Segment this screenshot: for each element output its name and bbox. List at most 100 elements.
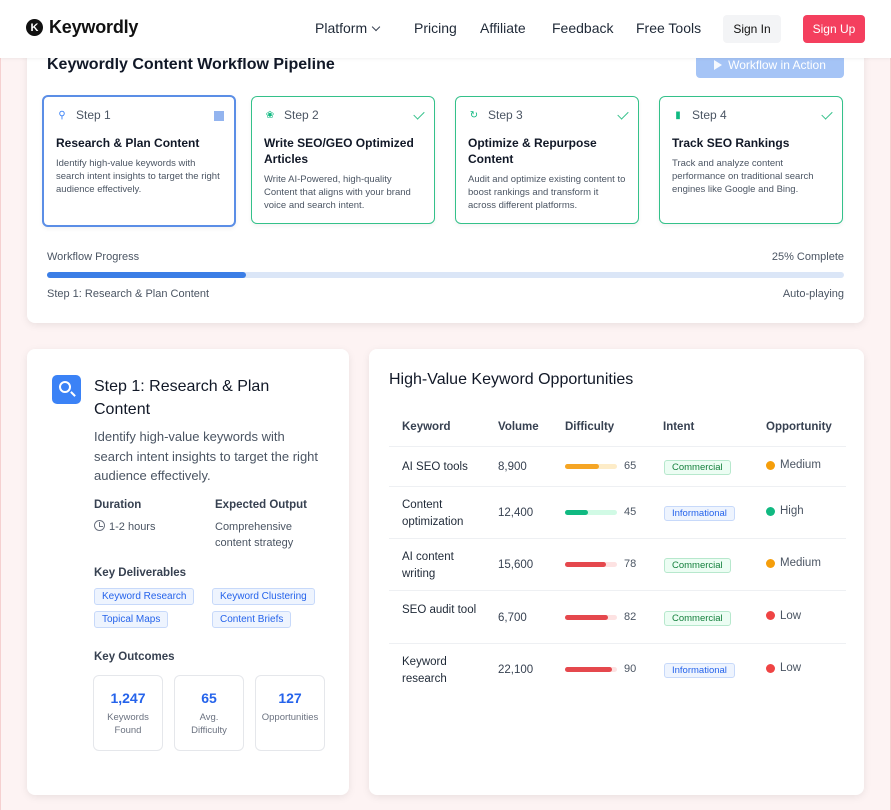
table-row[interactable]: AI SEO tools 8,900 65 Commercial Medium [389, 446, 846, 486]
keyword-cell: SEO audit tool [402, 603, 477, 616]
step-description: Identify high-value keywords with search… [56, 158, 220, 195]
deliverable-tag: Keyword Research [94, 588, 195, 605]
difficulty-bar [565, 667, 617, 672]
step-description: Audit and optimize existing content to b… [468, 174, 626, 211]
intent-badge: Commercial [664, 460, 731, 475]
outcome-avg-difficulty: 65 Avg. Difficulty [174, 675, 244, 751]
step-card-4[interactable]: ▮ Step 4 Track SEO Rankings Track and an… [659, 96, 843, 224]
duration-label: Duration [94, 499, 142, 511]
opportunity-cell: Medium [766, 459, 821, 471]
status-dot-icon [766, 558, 775, 568]
step-label: Step 4 [692, 108, 727, 122]
step-label: Step 1 [76, 108, 111, 122]
col-header-difficulty: Difficulty [565, 421, 615, 433]
status-dot-icon [766, 460, 775, 470]
step-card-2[interactable]: ❀ Step 2 Write SEO/GEO Optimized Article… [251, 96, 435, 224]
volume-cell: 15,600 [498, 559, 534, 571]
difficulty-bar-fill [565, 464, 599, 469]
status-dot-icon [766, 611, 775, 620]
difficulty-bar [565, 562, 617, 567]
step-card-1[interactable]: ⚲ Step 1 Research & Plan Content Identif… [42, 95, 236, 227]
brand-name: Keywordly [49, 17, 139, 37]
workflow-progress-label: Workflow Progress [47, 251, 140, 263]
step-title: Track SEO Rankings [672, 136, 790, 150]
step-title: Optimize & Repurpose Content [468, 136, 597, 166]
keyword-cell: AI SEO tools [402, 461, 468, 473]
workflow-progress-fill [47, 272, 247, 278]
nav-platform-label: Platform [315, 20, 368, 36]
nav-affiliate[interactable]: Affiliate [480, 20, 526, 36]
nav-free-tools[interactable]: Free Tools [636, 20, 701, 36]
leaf-icon: ❀ [265, 109, 275, 121]
opportunity-cell: High [766, 505, 804, 517]
step-detail-card: Step 1: Research & Plan Content Identify… [27, 349, 349, 795]
volume-cell: 12,400 [498, 507, 534, 519]
intent-badge: Informational [664, 663, 735, 678]
step-description: Write AI-Powered, high-quality Content t… [264, 174, 411, 211]
table-row[interactable]: Content optimization 12,400 45 Informationa… [389, 486, 846, 538]
workflow-progress-bar [47, 272, 844, 278]
difficulty-value: 65 [624, 460, 637, 472]
volume-cell: 8,900 [498, 461, 527, 473]
status-dot-icon [766, 663, 775, 673]
opportunity-label: Medium [780, 459, 821, 471]
volume-cell: 22,100 [498, 664, 534, 676]
step-title: Write SEO/GEO Optimized Articles [264, 136, 414, 166]
difficulty-value: 45 [624, 506, 637, 518]
opportunity-label: Medium [780, 557, 821, 569]
difficulty-bar-fill [565, 667, 612, 672]
search-icon [52, 375, 81, 404]
keyword-cell: Keyword research [402, 656, 447, 685]
workflow-pipeline-card: Keywordly Content Workflow Pipeline Work… [27, 40, 864, 323]
difficulty-bar-fill [565, 510, 589, 515]
difficulty-bar [565, 614, 617, 620]
duration-value: 1-2 hours [94, 519, 155, 535]
difficulty-bar-fill [565, 562, 606, 567]
step-card-3[interactable]: ↻ Step 3 Optimize & Repurpose Content Au… [455, 96, 639, 224]
keyword-cell: AI content writing [402, 551, 454, 580]
active-indicator-icon [214, 111, 224, 121]
pipeline-title: Keywordly Content Workflow Pipeline [47, 56, 335, 73]
search-icon: ⚲ [58, 109, 66, 121]
deliverable-tag: Keyword Clustering [212, 588, 315, 605]
nav-platform-dropdown[interactable]: Platform [315, 20, 381, 36]
intent-badge: Commercial [664, 558, 731, 573]
nav-pricing[interactable]: Pricing [414, 20, 457, 36]
chevron-down-icon [371, 22, 381, 31]
table-row[interactable]: SEO audit tool 6,700 82 Commercial Low [389, 590, 846, 643]
difficulty-value: 78 [624, 558, 637, 570]
volume-cell: 6,700 [498, 611, 527, 624]
opportunity-label: Low [780, 609, 802, 622]
opportunity-cell: Low [766, 610, 801, 622]
col-header-keyword: Keyword [402, 421, 451, 433]
outcomes-label: Key Outcomes [94, 651, 175, 663]
sign-in-button[interactable]: Sign In [723, 15, 781, 43]
difficulty-bar [565, 464, 617, 469]
detail-title: Step 1: Research & Plan Content [94, 378, 270, 418]
nav-feedback[interactable]: Feedback [552, 20, 613, 36]
autoplay-status: Auto-playing [782, 288, 844, 300]
difficulty-bar-fill [565, 614, 608, 620]
intent-badge: Commercial [664, 610, 731, 626]
sign-up-button[interactable]: Sign Up [803, 15, 865, 43]
difficulty-value: 90 [624, 663, 637, 675]
opportunity-cell: Medium [766, 557, 821, 569]
deliverable-tag: Content Briefs [212, 611, 292, 628]
step-label: Step 3 [488, 108, 523, 122]
step-description: Track and analyze content performance on… [672, 158, 814, 195]
brand-logo[interactable]: K Keywordly [26, 17, 138, 38]
step-title: Research & Plan Content [56, 136, 200, 150]
col-header-opportunity: Opportunity [766, 421, 832, 433]
keyword-table-title: High-Value Keyword Opportunities [389, 371, 634, 388]
deliverables-label: Key Deliverables [94, 567, 187, 579]
bar-chart-icon: ▮ [675, 109, 681, 121]
step-label: Step 2 [284, 108, 319, 122]
difficulty-value: 82 [624, 610, 637, 623]
expected-output-value: Comprehensive content strategy [215, 521, 294, 549]
expected-output-label: Expected Output [215, 499, 308, 511]
table-row[interactable]: AI content writing 15,600 78 Commercial Medi… [389, 538, 846, 590]
col-header-intent: Intent [663, 421, 695, 433]
brand-logo-icon: K [26, 19, 43, 36]
table-row[interactable]: Keyword research 22,100 90 Informational Low [389, 643, 846, 695]
keyword-opportunities-card: High-Value Keyword Opportunities Keyword… [369, 349, 864, 795]
